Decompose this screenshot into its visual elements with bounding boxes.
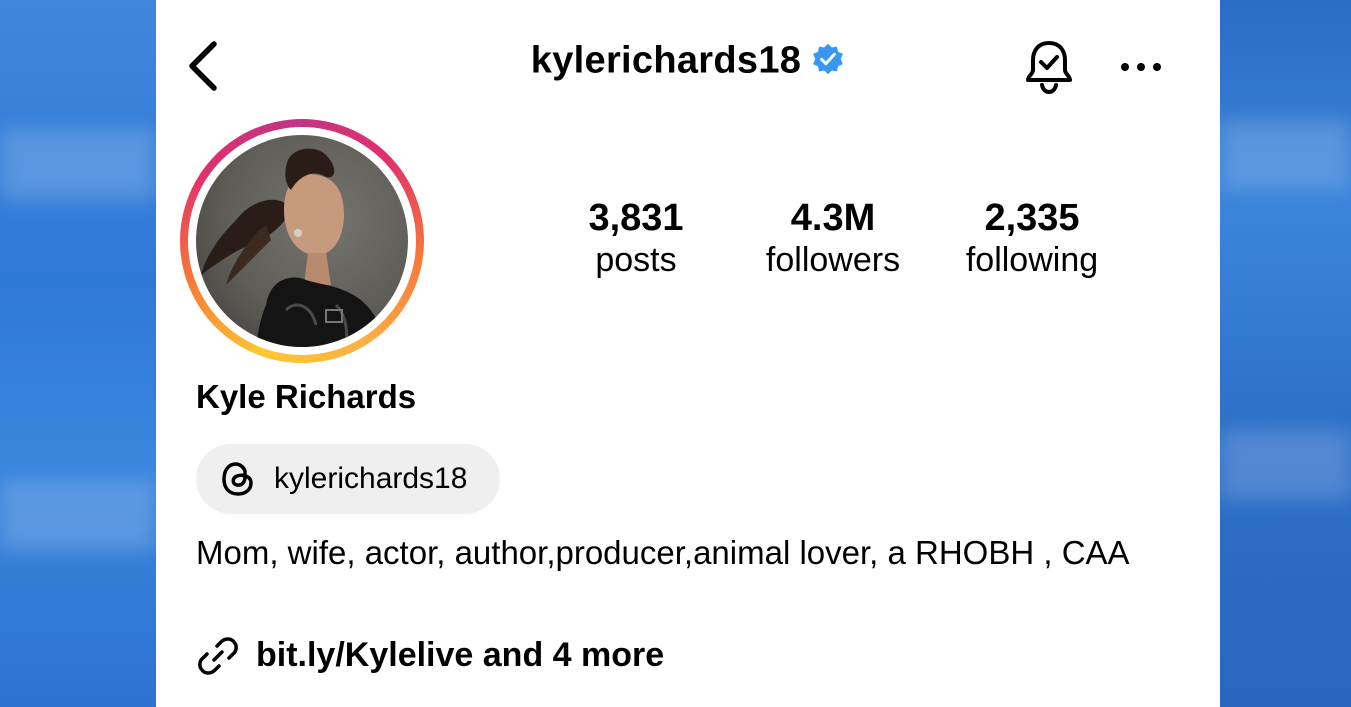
verified-badge-icon	[813, 43, 844, 75]
story-ring[interactable]	[180, 119, 424, 363]
bell-check-icon	[1026, 41, 1072, 95]
posts-count: 3,831	[588, 197, 684, 239]
bio-link-text: bit.ly/Kylelive and 4 more	[256, 636, 665, 674]
stat-followers[interactable]: 4.3M followers	[733, 196, 933, 280]
more-options-button[interactable]	[1116, 50, 1166, 84]
blurred-background-right	[1220, 0, 1351, 707]
followers-count: 4.3M	[790, 197, 876, 239]
ellipsis-icon	[1121, 63, 1161, 71]
stat-posts[interactable]: 3,831 posts	[536, 196, 736, 280]
following-count: 2,335	[984, 197, 1080, 239]
threads-badge-button[interactable]: kylerichards18	[196, 444, 500, 514]
stat-following[interactable]: 2,335 following	[932, 196, 1132, 280]
display-name: Kyle Richards	[196, 378, 417, 415]
threads-icon	[222, 462, 253, 496]
profile-photo-illustration	[201, 148, 391, 347]
posts-label: posts	[595, 241, 677, 279]
bio-text: Mom, wife, actor, author,producer,animal…	[196, 534, 1130, 571]
header-username: kylerichards18	[530, 39, 802, 82]
threads-handle: kylerichards18	[274, 462, 468, 495]
notifications-button[interactable]	[1022, 38, 1076, 96]
blurred-background-left	[0, 0, 156, 707]
link-icon	[198, 637, 238, 675]
profile-photo	[196, 135, 408, 347]
following-label: following	[965, 241, 1099, 279]
followers-label: followers	[765, 241, 901, 279]
profile-screen: kylerichards18 3,831 posts 4.3M follower…	[156, 0, 1220, 707]
